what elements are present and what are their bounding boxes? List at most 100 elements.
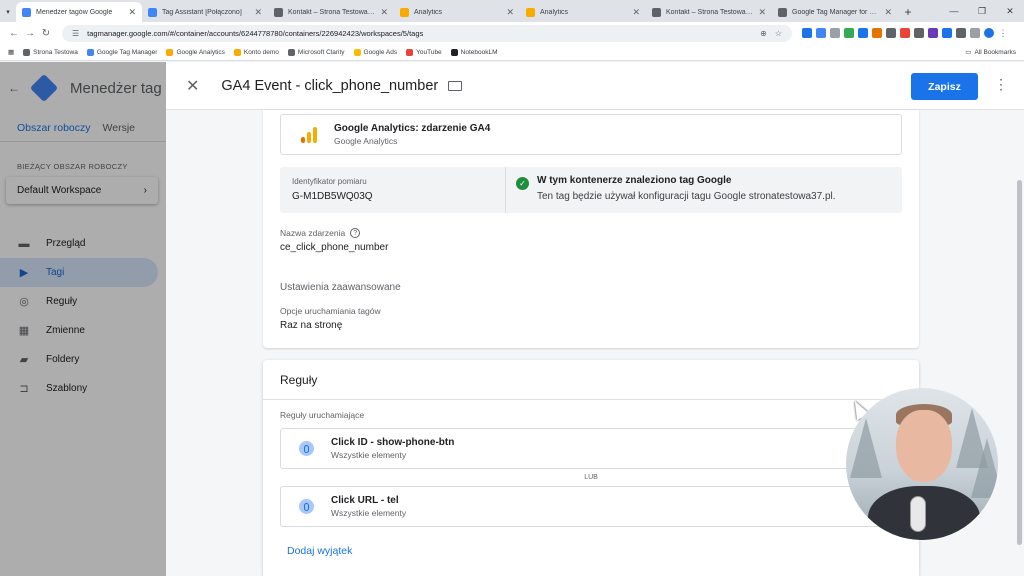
event-name-label-row: Nazwa zdarzenia ? xyxy=(280,228,361,238)
forward-icon[interactable]: → xyxy=(22,28,38,39)
tab-close-icon[interactable]: ✕ xyxy=(380,7,388,18)
tab-close-icon[interactable]: ✕ xyxy=(884,7,892,18)
extension-grid-icon[interactable] xyxy=(830,28,840,38)
tab-title: Analytics xyxy=(540,8,569,16)
tag-type-subtitle: Google Analytics xyxy=(334,136,398,146)
browser-tab[interactable]: Tag Assistant [Połączono] ✕ xyxy=(142,2,268,22)
extensions-puzzle-icon[interactable] xyxy=(956,28,966,38)
extension-pen-icon[interactable] xyxy=(886,28,896,38)
bookmark-favicon-icon xyxy=(406,48,414,56)
extension-purple-icon[interactable] xyxy=(928,28,938,38)
apps-grid-icon[interactable]: ▦ xyxy=(8,48,14,56)
tab-close-icon[interactable]: ✕ xyxy=(632,7,640,18)
reload-icon[interactable]: ↻ xyxy=(38,28,54,39)
extension-filter-icon[interactable] xyxy=(802,28,812,38)
browser-tab[interactable]: Google Tag Manager for WordP ✕ xyxy=(772,2,898,22)
measurement-id-field[interactable]: G-M1DB5WQ03Q xyxy=(292,191,493,202)
help-icon[interactable]: ? xyxy=(350,228,361,238)
tab-title: Tag Assistant [Połączono] xyxy=(162,8,242,16)
browser-tab[interactable]: Kontakt – Strona Testowa 37 ✕ xyxy=(646,2,772,22)
extension-red-icon[interactable] xyxy=(900,28,910,38)
tag-type-title: Google Analytics: zdarzenie GA4 xyxy=(334,123,491,134)
browser-tab[interactable]: Analytics ✕ xyxy=(520,2,646,22)
bookmark-item[interactable]: Konto demo xyxy=(233,48,279,56)
tab-title: Menedżer tagów Google xyxy=(36,8,113,16)
trigger-subtitle: Wszystkie elementy xyxy=(331,508,407,518)
tag-title[interactable]: GA4 Event - click_phone_number xyxy=(221,78,438,94)
editor-toolbar: ✕ GA4 Event - click_phone_number Zapisz … xyxy=(166,62,1024,110)
trigger-item[interactable]: Click URL - tel Wszystkie elementy xyxy=(280,486,902,527)
measurement-id-box: Identyfikator pomiaru G-M1DB5WQ03Q ✓ W t… xyxy=(280,167,902,213)
extensions-toolbar: ⋮ xyxy=(802,28,1008,38)
tab-close-icon[interactable]: ✕ xyxy=(128,7,136,18)
tab-favicon-icon xyxy=(778,7,787,17)
bookmark-item[interactable]: Google Ads xyxy=(353,48,398,56)
folder-icon[interactable] xyxy=(448,80,463,91)
back-icon[interactable]: ← xyxy=(6,28,22,39)
event-name-field[interactable]: ce_click_phone_number xyxy=(280,242,388,253)
bookmark-favicon-icon xyxy=(233,48,241,56)
firing-options-value[interactable]: Raz na stronę xyxy=(280,320,342,331)
all-bookmarks-link[interactable]: ▭ All Bookmarks xyxy=(965,48,1016,57)
modal-overlay[interactable] xyxy=(0,62,166,576)
bookmark-item[interactable]: YouTube xyxy=(406,48,442,56)
browser-tab[interactable]: Menedżer tagów Google ✕ xyxy=(16,2,142,22)
firing-options-label: Opcje uruchamiania tagów xyxy=(280,306,381,316)
bookmark-item[interactable]: Google Tag Manager xyxy=(86,48,157,56)
firing-triggers-label: Reguły uruchamiające xyxy=(280,410,365,420)
browser-tab[interactable]: Kontakt – Strona Testowa 37 ✕ xyxy=(268,2,394,22)
tab-close-icon[interactable]: ✕ xyxy=(758,7,766,18)
sidepanel-icon[interactable] xyxy=(970,28,980,38)
bookmark-label: Google Ads xyxy=(363,48,398,56)
tab-close-icon[interactable]: ✕ xyxy=(254,7,262,18)
bookmark-label: Strona Testowa xyxy=(33,48,78,56)
triggering-card: Reguły Reguły uruchamiające Click ID - s… xyxy=(263,360,919,576)
all-bookmarks-label: All Bookmarks xyxy=(974,48,1016,56)
event-name-label: Nazwa zdarzenia xyxy=(280,228,346,238)
new-tab-button[interactable]: + xyxy=(898,2,918,22)
advanced-settings-toggle[interactable]: Ustawienia zaawansowane xyxy=(280,282,401,293)
close-window-icon[interactable]: ✕ xyxy=(996,0,1024,22)
extension-map-icon[interactable] xyxy=(858,28,868,38)
scrollbar[interactable] xyxy=(1017,110,1022,576)
or-divider: LUB xyxy=(584,474,598,481)
profile-avatar-icon[interactable] xyxy=(984,28,994,38)
close-icon[interactable]: ✕ xyxy=(186,76,199,96)
bookmark-item[interactable]: NotebookLM xyxy=(450,48,498,56)
extension-tag-icon[interactable] xyxy=(816,28,826,38)
browser-tab[interactable]: Analytics ✕ xyxy=(394,2,520,22)
extension-cookie-icon[interactable] xyxy=(872,28,882,38)
bookmark-star-icon[interactable]: ☆ xyxy=(775,29,782,38)
check-circle-icon: ✓ xyxy=(516,177,529,190)
site-info-icon[interactable]: ☰ xyxy=(72,29,79,38)
more-options-icon[interactable]: ⋮ xyxy=(994,76,1008,93)
tab-favicon-icon xyxy=(400,7,409,17)
triggering-title: Reguły xyxy=(263,360,919,400)
extension-triangle-icon[interactable] xyxy=(942,28,952,38)
bookmark-favicon-icon xyxy=(23,48,31,56)
webcam-overlay xyxy=(846,388,998,540)
bookmark-favicon-icon xyxy=(166,48,174,56)
bookmark-label: YouTube xyxy=(416,48,442,56)
click-trigger-icon xyxy=(299,499,314,514)
bookmark-favicon-icon xyxy=(86,48,94,56)
url-input[interactable]: ☰ tagmanager.google.com/#/container/acco… xyxy=(62,24,792,42)
minimize-icon[interactable]: — xyxy=(940,0,968,22)
scrollbar-thumb[interactable] xyxy=(1017,180,1022,545)
maximize-icon[interactable]: ❐ xyxy=(968,0,996,22)
tag-type-selector[interactable]: Google Analytics: zdarzenie GA4 Google A… xyxy=(280,114,902,155)
trigger-name: Click URL - tel xyxy=(331,495,399,506)
trigger-item[interactable]: Click ID - show-phone-btn Wszystkie elem… xyxy=(280,428,902,469)
extension-search-icon[interactable] xyxy=(914,28,924,38)
zoom-icon[interactable]: ⊕ xyxy=(760,29,767,38)
tab-close-icon[interactable]: ✕ xyxy=(506,7,514,18)
add-exception-link[interactable]: Dodaj wyjątek xyxy=(287,545,352,557)
browser-menu-icon[interactable]: ⋮ xyxy=(998,28,1008,38)
bookmark-item[interactable]: Google Analytics xyxy=(166,48,225,56)
bookmark-item[interactable]: Microsoft Clarity xyxy=(287,48,345,56)
extension-download-icon[interactable] xyxy=(844,28,854,38)
bookmark-item[interactable]: Strona Testowa xyxy=(23,48,78,56)
tab-favicon-icon xyxy=(148,7,157,17)
tab-search-icon[interactable]: ▾ xyxy=(0,2,16,22)
save-button[interactable]: Zapisz xyxy=(911,73,978,100)
